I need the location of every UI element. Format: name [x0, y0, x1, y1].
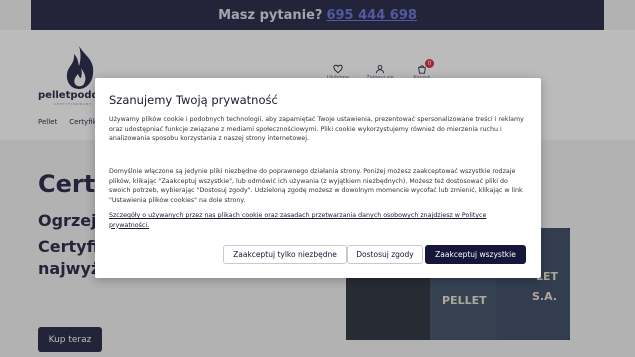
cookie-consent-modal: Szanujemy Twoją prywatność Używamy plikó… [95, 78, 541, 278]
modal-title: Szanujemy Twoją prywatność [109, 93, 278, 107]
accept-necessary-button[interactable]: Zaakceptuj tylko niezbędne [223, 245, 347, 264]
cookie-intro-text: Używamy plików cookie i podobnych techno… [109, 116, 524, 142]
privacy-policy-link[interactable]: Szczegóły o używanych przez nas plikach … [109, 212, 486, 229]
cookie-default-text: Domyślnie włączone są jedynie pliki niez… [109, 168, 523, 204]
accept-all-button[interactable]: Zaakceptuj wszystkie [425, 245, 526, 264]
customize-consent-button[interactable]: Dostosuj zgody [347, 245, 423, 264]
